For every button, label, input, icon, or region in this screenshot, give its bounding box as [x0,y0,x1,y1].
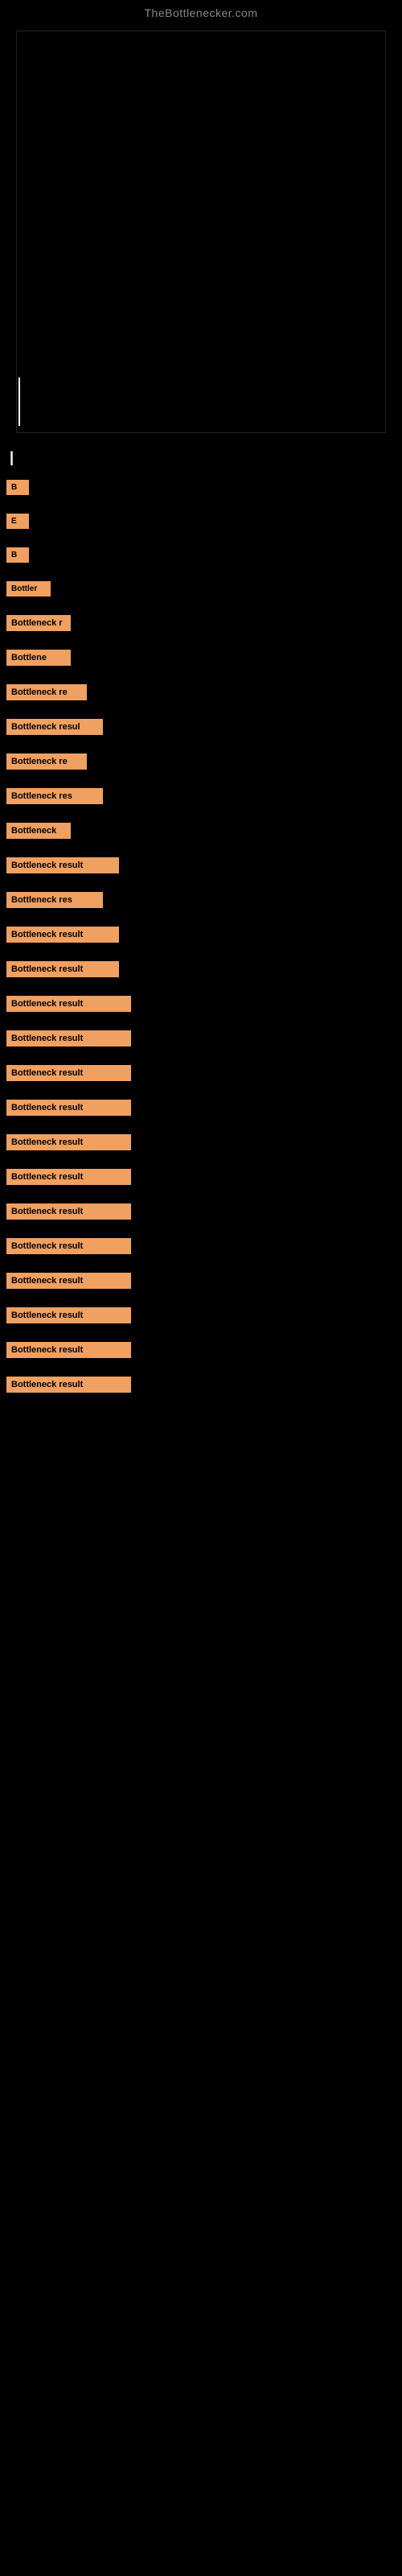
bottleneck-result-badge-7[interactable]: Bottleneck re [6,684,87,700]
result-row: Bottleneck result [6,1029,396,1052]
bottleneck-result-badge-25[interactable]: Bottleneck result [6,1307,131,1323]
bottleneck-result-badge-12[interactable]: Bottleneck result [6,857,119,873]
result-row: Bottleneck result [6,1375,396,1398]
result-row: Bottleneck re [6,752,396,775]
bottleneck-result-badge-19[interactable]: Bottleneck result [6,1100,131,1116]
bottleneck-result-badge-2[interactable]: E [6,514,29,529]
result-row: Bottleneck result [6,1098,396,1121]
results-list: B E B Bottler Bottleneck r Bottlene Bottleneck… [6,478,396,1398]
result-row: Bottleneck re [6,683,396,706]
bottleneck-result-badge-26[interactable]: Bottleneck result [6,1342,131,1358]
result-row: Bottleneck result [6,925,396,948]
result-row: E [6,512,396,535]
bottleneck-result-badge-22[interactable]: Bottleneck result [6,1203,131,1220]
bottleneck-result-badge-9[interactable]: Bottleneck re [6,753,87,770]
cursor-line [18,378,20,426]
bottleneck-result-badge-17[interactable]: Bottleneck result [6,1030,131,1046]
bottleneck-result-badge-14[interactable]: Bottleneck result [6,927,119,943]
bottleneck-result-badge-16[interactable]: Bottleneck result [6,996,131,1012]
section-label: | [6,449,396,466]
result-row: Bottleneck result [6,1306,396,1329]
result-row: Bottleneck result [6,1202,396,1225]
bottleneck-result-badge-6[interactable]: Bottlene [6,650,71,666]
bottleneck-result-badge-18[interactable]: Bottleneck result [6,1065,131,1081]
result-row: Bottleneck [6,821,396,844]
bottleneck-result-badge-13[interactable]: Bottleneck res [6,892,103,908]
results-section: | B E B Bottler Bottleneck r Bottlene Bottlene… [0,441,402,1418]
result-row: Bottleneck result [6,1063,396,1087]
main-chart-area [16,31,386,433]
result-row: Bottlene [6,648,396,671]
bottleneck-result-badge-15[interactable]: Bottleneck result [6,961,119,977]
bottleneck-result-badge-8[interactable]: Bottleneck resul [6,719,103,735]
bottleneck-result-badge-24[interactable]: Bottleneck result [6,1273,131,1289]
result-row: Bottleneck result [6,994,396,1018]
result-row: B [6,478,396,501]
result-row: Bottleneck result [6,960,396,983]
bottleneck-result-badge-3[interactable]: B [6,547,29,563]
result-row: Bottleneck result [6,1236,396,1260]
result-row: Bottleneck result [6,1271,396,1294]
bottleneck-result-badge-1[interactable]: B [6,480,29,495]
result-row: Bottler [6,580,396,602]
result-row: Bottleneck res [6,786,396,810]
result-row: Bottleneck result [6,856,396,879]
bottleneck-result-badge-5[interactable]: Bottleneck r [6,615,71,631]
result-row: Bottleneck result [6,1133,396,1156]
result-row: Bottleneck res [6,890,396,914]
bottleneck-result-badge-10[interactable]: Bottleneck res [6,788,103,804]
bottleneck-result-badge-23[interactable]: Bottleneck result [6,1238,131,1254]
bottleneck-result-badge-21[interactable]: Bottleneck result [6,1169,131,1185]
bottleneck-result-badge-4[interactable]: Bottler [6,581,51,597]
result-row: Bottleneck result [6,1167,396,1191]
result-row: B [6,546,396,568]
result-row: Bottleneck r [6,613,396,637]
result-row: Bottleneck resul [6,717,396,741]
result-row: Bottleneck result [6,1340,396,1364]
bottleneck-result-badge-11[interactable]: Bottleneck [6,823,71,839]
bottleneck-result-badge-27[interactable]: Bottleneck result [6,1377,131,1393]
site-title: TheBottlenecker.com [0,0,402,23]
bottleneck-result-badge-20[interactable]: Bottleneck result [6,1134,131,1150]
